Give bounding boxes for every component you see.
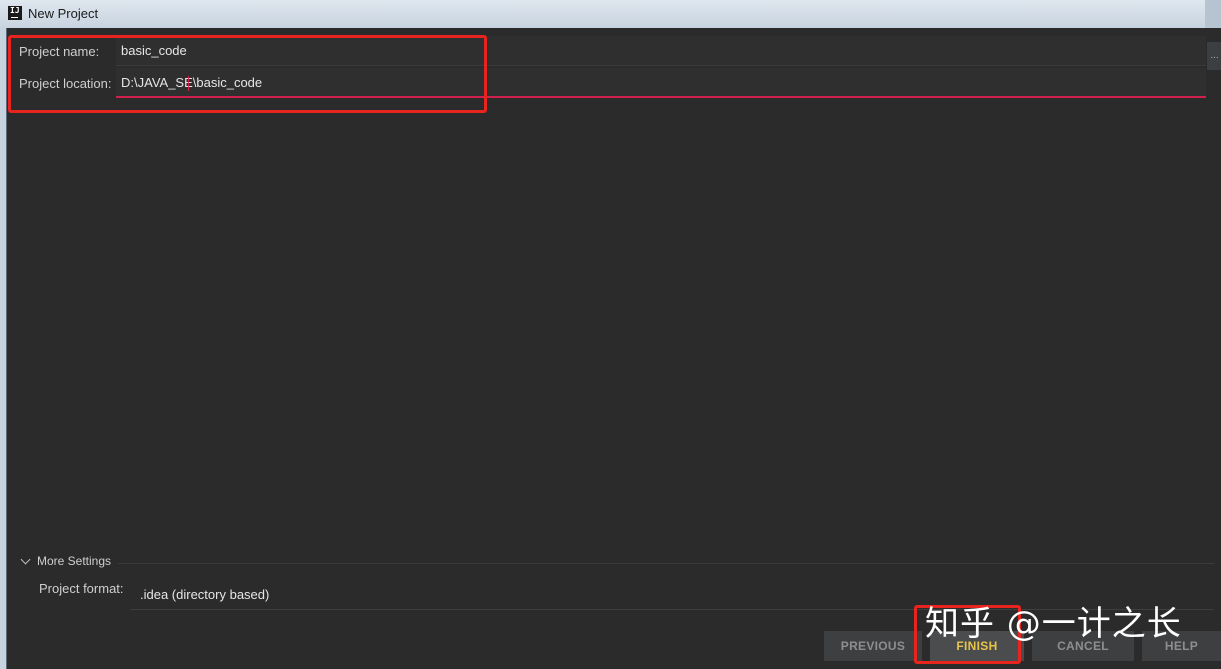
highlight-box-finish: [914, 605, 1021, 664]
previous-button[interactable]: PREVIOUS: [824, 631, 922, 661]
project-format-label: Project format:: [39, 581, 124, 596]
more-settings-toggle[interactable]: More Settings: [20, 554, 112, 568]
dialog-content: [7, 28, 1221, 669]
app-icon-text: IJ: [10, 6, 20, 15]
window-title-bar[interactable]: IJ New Project: [0, 0, 1221, 29]
window-title: New Project: [28, 6, 99, 21]
title-bar-edge: [1205, 0, 1221, 28]
more-settings-label: More Settings: [37, 554, 112, 568]
help-button[interactable]: HELP: [1142, 631, 1221, 661]
chevron-down-icon: [20, 554, 31, 564]
project-format-select[interactable]: .idea (directory based): [130, 580, 1214, 610]
highlight-box-fields: [8, 35, 487, 113]
intellij-app-icon: IJ: [8, 6, 22, 20]
cancel-button[interactable]: CANCEL: [1032, 631, 1134, 661]
browse-location-button[interactable]: ...: [1206, 42, 1221, 70]
more-settings-divider: [118, 563, 1214, 564]
